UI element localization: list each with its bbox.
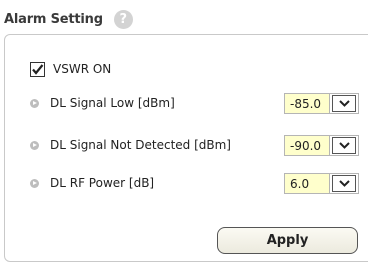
- vswr-checkbox[interactable]: [30, 61, 45, 77]
- setting-row-dl-rf-power: DL RF Power [dB]: [30, 172, 154, 194]
- dl-signal-low-select[interactable]: -85.0: [284, 93, 359, 114]
- dl-rf-power-select[interactable]: 6.0: [284, 173, 359, 194]
- vswr-label: VSWR ON: [53, 62, 112, 76]
- help-icon[interactable]: ?: [113, 9, 133, 29]
- setting-label: DL Signal Low [dBm]: [50, 96, 175, 110]
- bullet-arrow-icon: [30, 140, 39, 150]
- bullet-arrow-icon: [30, 178, 39, 188]
- setting-row-dl-signal-not-detected: DL Signal Not Detected [dBm]: [30, 134, 231, 156]
- vswr-row[interactable]: VSWR ON: [30, 59, 111, 79]
- setting-label: DL Signal Not Detected [dBm]: [50, 138, 231, 152]
- checkmark-icon: [32, 63, 44, 75]
- chevron-down-icon[interactable]: [332, 175, 356, 192]
- select-value: -90.0: [285, 136, 330, 155]
- select-value: 6.0: [285, 174, 330, 193]
- setting-label: DL RF Power [dB]: [50, 176, 155, 190]
- apply-button[interactable]: Apply: [217, 227, 358, 254]
- section-header: Alarm Setting ?: [4, 9, 133, 29]
- select-value: -85.0: [285, 94, 330, 113]
- chevron-down-icon[interactable]: [332, 137, 356, 154]
- section-title: Alarm Setting: [4, 11, 103, 27]
- bullet-arrow-icon: [30, 98, 39, 108]
- dl-signal-not-detected-select[interactable]: -90.0: [284, 135, 359, 156]
- setting-row-dl-signal-low: DL Signal Low [dBm]: [30, 92, 175, 114]
- chevron-down-icon[interactable]: [332, 95, 356, 112]
